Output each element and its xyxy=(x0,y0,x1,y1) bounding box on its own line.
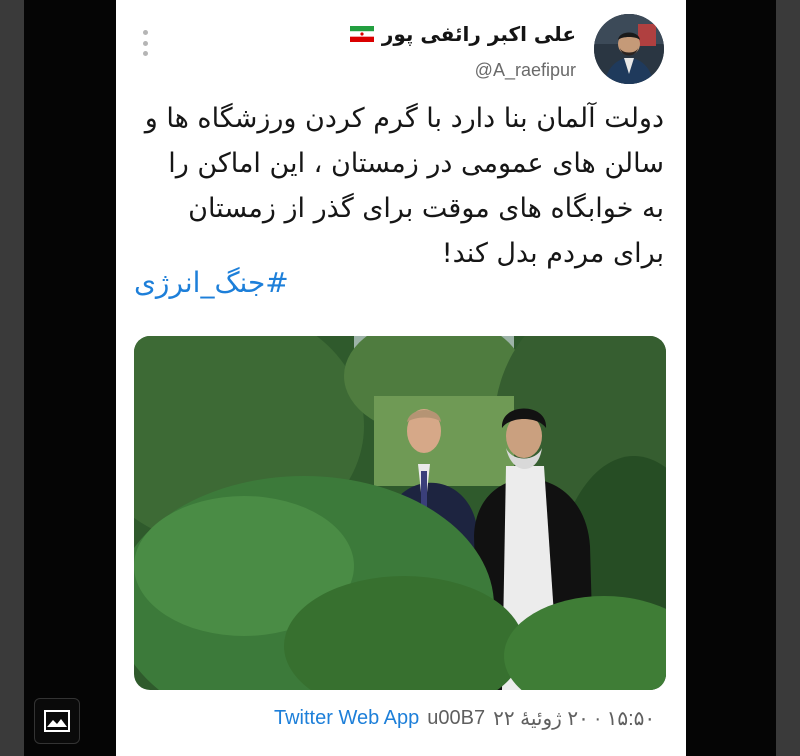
image-gallery-icon[interactable] xyxy=(34,698,80,744)
tweet-footer: Twitter Web App u00B7 ۱۵:۵۰ · ۲۰ ژوئیهٔ … xyxy=(274,706,655,731)
right-backdrop xyxy=(686,0,776,756)
tweet-text: دولت آلمان بنا دارد با گرم کردن ورزشگاه … xyxy=(144,103,664,269)
hashtag-link[interactable]: #جنگ_انرژی xyxy=(134,266,334,299)
right-frame xyxy=(776,0,800,756)
left-backdrop xyxy=(24,0,116,756)
tweet-timestamp[interactable]: ۱۵:۵۰ · ۲۰ ژوئیهٔ ۲۲ xyxy=(493,706,655,731)
tweet-header: علی اکبر رائفی پور @A_raefipur xyxy=(116,8,686,88)
more-options-icon[interactable] xyxy=(140,30,150,56)
tweet-separator: u00B7 xyxy=(427,707,486,729)
avatar[interactable] xyxy=(594,14,664,84)
author-name[interactable]: علی اکبر رائفی پور xyxy=(382,22,576,46)
source-link[interactable]: Twitter Web App xyxy=(274,707,419,730)
author-name-row[interactable]: علی اکبر رائفی پور xyxy=(349,22,576,46)
left-frame xyxy=(0,0,24,756)
iran-flag-icon xyxy=(349,26,374,42)
tweet-photo[interactable] xyxy=(134,336,666,690)
author-handle[interactable]: @A_raefipur xyxy=(475,60,576,81)
tweet-card: علی اکبر رائفی پور @A_raefipur دولت آلما… xyxy=(116,0,686,756)
